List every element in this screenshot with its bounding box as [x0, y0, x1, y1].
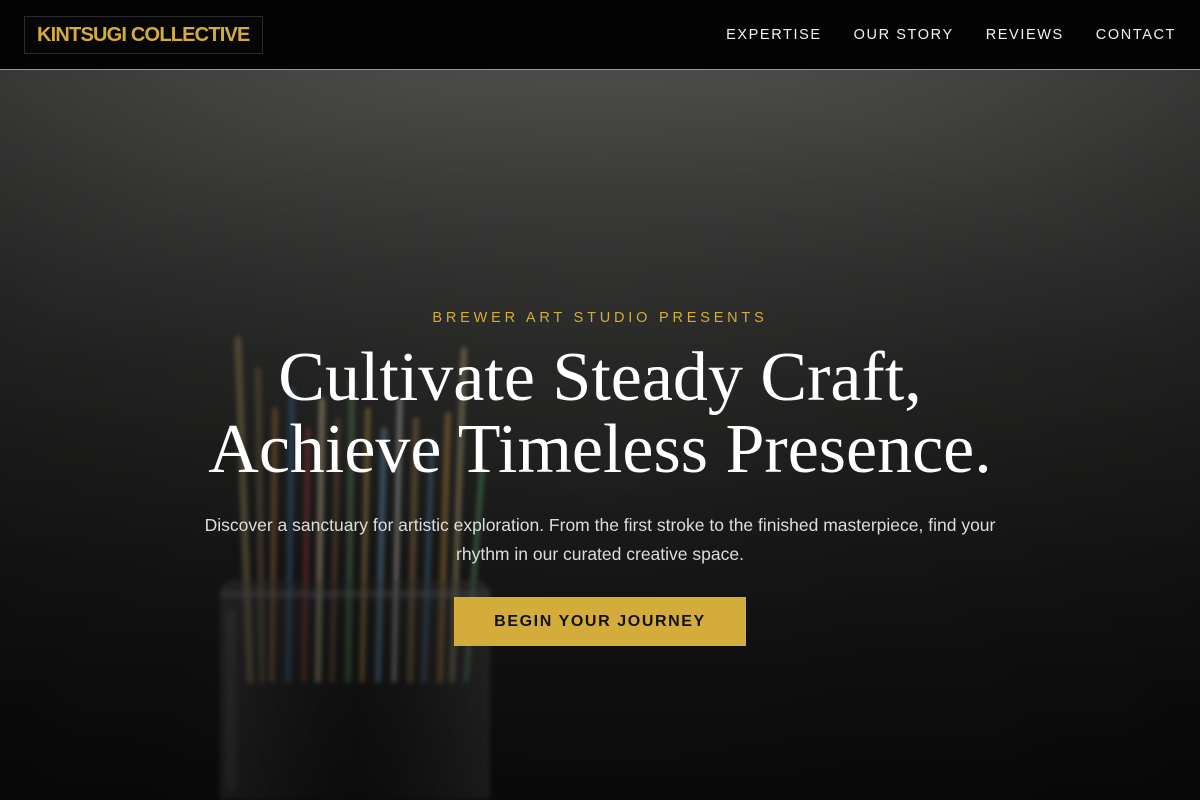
- main-nav: EXPERTISE OUR STORY REVIEWS CONTACT: [726, 0, 1176, 70]
- site-logo[interactable]: KINTSUGI COLLECTIVE: [24, 16, 263, 54]
- nav-link-reviews[interactable]: REVIEWS: [986, 27, 1064, 43]
- site-header: KINTSUGI COLLECTIVE EXPERTISE OUR STORY …: [0, 0, 1200, 70]
- hero-title-line-2: Achieve Timeless Presence.: [208, 411, 992, 488]
- hero-eyebrow: BREWER ART STUDIO PRESENTS: [432, 310, 768, 326]
- hero-subtitle: Discover a sanctuary for artistic explor…: [204, 515, 996, 564]
- hero-title: Cultivate Steady Craft, Achieve Timeless…: [0, 342, 1200, 486]
- nav-link-our-story[interactable]: OUR STORY: [854, 27, 954, 43]
- hero-title-line-1: Cultivate Steady Craft,: [278, 339, 922, 416]
- hero-content: BREWER ART STUDIO PRESENTS Cultivate Ste…: [0, 70, 1200, 800]
- nav-link-contact[interactable]: CONTACT: [1096, 27, 1176, 43]
- page: KINTSUGI COLLECTIVE EXPERTISE OUR STORY …: [0, 0, 1200, 800]
- hero-section: BREWER ART STUDIO PRESENTS Cultivate Ste…: [0, 70, 1200, 800]
- begin-journey-button[interactable]: BEGIN YOUR JOURNEY: [454, 597, 746, 646]
- nav-link-expertise[interactable]: EXPERTISE: [726, 27, 822, 43]
